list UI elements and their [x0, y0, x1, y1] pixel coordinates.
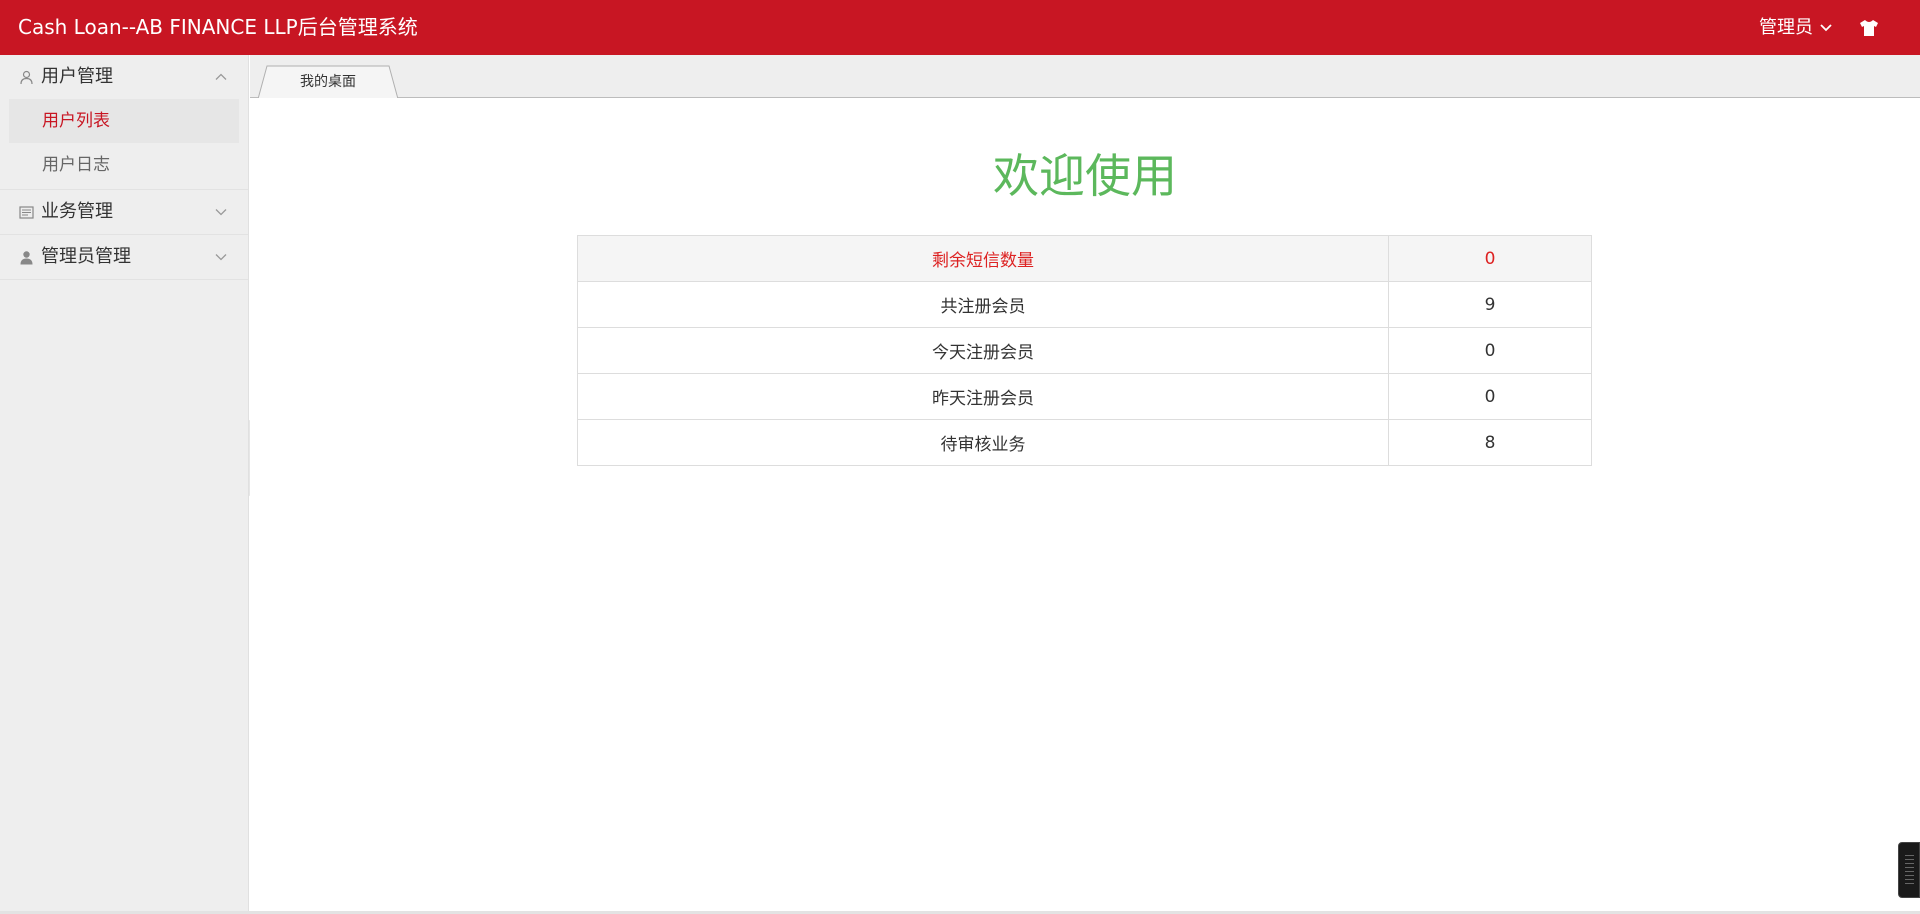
tshirt-icon[interactable] [1858, 17, 1880, 39]
newspaper-icon [19, 206, 34, 219]
menu-head-admin-management[interactable]: 管理员管理 [0, 235, 248, 279]
floating-tool-widget[interactable] [1898, 842, 1920, 898]
tab-my-desktop[interactable]: 我的桌面 [258, 65, 398, 99]
stat-label: 剩余短信数量 [577, 235, 1389, 282]
sidebar-item-user-list[interactable]: 用户列表 [9, 99, 239, 143]
user-outline-icon [20, 70, 33, 85]
main-content: 欢迎使用 剩余短信数量 0 共注册会员 9 今天注册会员 0 昨天注册会员 0 … [250, 98, 1920, 914]
menu-head-business-management[interactable]: 业务管理 [0, 190, 248, 234]
stat-value: 8 [1388, 419, 1592, 466]
stat-label: 共注册会员 [577, 281, 1389, 328]
stat-label: 待审核业务 [577, 419, 1389, 466]
chevron-up-icon [215, 73, 227, 80]
table-row: 昨天注册会员 0 [577, 373, 1592, 420]
menu-head-user-management[interactable]: 用户管理 [0, 55, 248, 99]
tab-label: 我的桌面 [300, 74, 356, 90]
user-solid-icon [20, 251, 33, 265]
menu-group-business-management: 业务管理 [0, 190, 248, 235]
menu-head-label: 用户管理 [41, 66, 113, 87]
stat-label: 今天注册会员 [577, 327, 1389, 374]
stat-label: 昨天注册会员 [577, 373, 1389, 420]
table-row: 剩余短信数量 0 [577, 235, 1592, 282]
stats-table: 剩余短信数量 0 共注册会员 9 今天注册会员 0 昨天注册会员 0 待审核业务… [577, 235, 1592, 466]
stat-value: 9 [1388, 281, 1592, 328]
table-row: 今天注册会员 0 [577, 327, 1592, 374]
menu-group-admin-management: 管理员管理 [0, 235, 248, 280]
stat-value: 0 [1388, 235, 1592, 282]
stat-value: 0 [1388, 373, 1592, 420]
admin-user-label: 管理员 [1759, 17, 1813, 38]
stat-value: 0 [1388, 327, 1592, 374]
welcome-heading: 欢迎使用 [993, 149, 1177, 203]
chevron-down-icon [215, 254, 227, 261]
submenu-user-management: 用户列表 用户日志 [0, 99, 248, 189]
menu-head-label: 业务管理 [41, 201, 113, 222]
table-row: 共注册会员 9 [577, 281, 1592, 328]
sidebar-item-user-log[interactable]: 用户日志 [9, 143, 239, 187]
admin-user-menu[interactable]: 管理员 [1759, 0, 1833, 55]
app-title: Cash Loan--AB FINANCE LLP后台管理系统 [18, 15, 418, 39]
chevron-down-icon [1820, 23, 1832, 31]
top-navbar: Cash Loan--AB FINANCE LLP后台管理系统 管理员 [0, 0, 1920, 55]
tab-bar: 我的桌面 [250, 55, 1920, 99]
menu-head-label: 管理员管理 [41, 246, 131, 267]
menu-group-user-management: 用户管理 用户列表 用户日志 [0, 55, 248, 190]
sidebar: 用户管理 用户列表 用户日志 业务管理 管理员管理 [0, 55, 249, 914]
chevron-down-icon [215, 209, 227, 216]
table-row: 待审核业务 8 [577, 419, 1592, 466]
